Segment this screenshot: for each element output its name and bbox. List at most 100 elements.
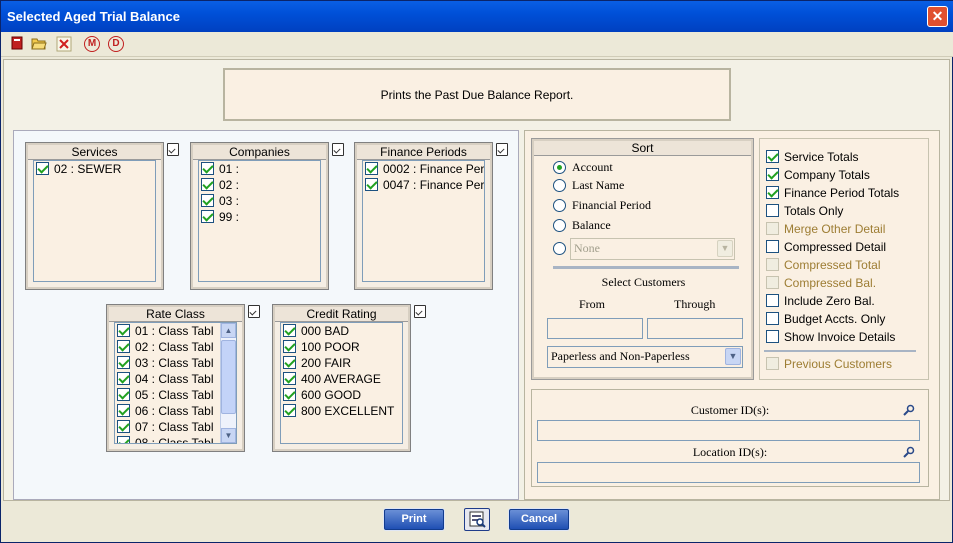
through-customer-input[interactable]: [647, 318, 743, 339]
list-item[interactable]: 06 : Class Tabl: [115, 403, 220, 419]
item-checkbox[interactable]: [117, 404, 130, 417]
option-totals-only[interactable]: Totals Only: [766, 203, 843, 219]
option-budget-accts-only[interactable]: Budget Accts. Only: [766, 311, 885, 327]
location-ids-input[interactable]: [537, 462, 920, 483]
option-service-totals[interactable]: Service Totals: [766, 149, 858, 165]
option-checkbox[interactable]: [766, 294, 779, 307]
location-lookup-icon[interactable]: [903, 446, 915, 458]
option-company-totals[interactable]: Company Totals: [766, 167, 870, 183]
list-item[interactable]: 03 : Class Tabl: [115, 355, 220, 371]
option-checkbox[interactable]: [766, 150, 779, 163]
list-item[interactable]: 02 : SEWER: [34, 161, 155, 177]
item-checkbox[interactable]: [117, 356, 130, 369]
list-item[interactable]: 02 : Class Tabl: [115, 339, 220, 355]
check-all-rate-class-icon[interactable]: [248, 305, 260, 318]
item-checkbox[interactable]: [117, 340, 130, 353]
item-checkbox[interactable]: [365, 178, 378, 191]
item-checkbox[interactable]: [201, 162, 214, 175]
customer-ids-input[interactable]: [537, 420, 920, 441]
book-icon[interactable]: [9, 36, 25, 52]
list-item[interactable]: 03 :: [199, 193, 320, 209]
list-item[interactable]: 0002 : Finance Per: [363, 161, 484, 177]
list-item[interactable]: 07 : Class Tabl: [115, 419, 220, 435]
item-label: 04 : Class Tabl: [135, 372, 214, 386]
sort-balance-radio[interactable]: [553, 219, 566, 232]
close-icon[interactable]: ✕: [927, 6, 948, 27]
item-checkbox[interactable]: [201, 178, 214, 191]
check-all-credit-rating-icon[interactable]: [414, 305, 426, 318]
scroll-down-icon[interactable]: ▼: [221, 428, 236, 443]
sort-last-name-radio[interactable]: [553, 179, 566, 192]
option-checkbox[interactable]: [766, 312, 779, 325]
item-checkbox[interactable]: [283, 404, 296, 417]
item-checkbox[interactable]: [117, 388, 130, 401]
sort-custom-radio[interactable]: [553, 242, 566, 255]
option-label: Finance Period Totals: [784, 186, 900, 200]
item-checkbox[interactable]: [283, 324, 296, 337]
list-item[interactable]: 400 AVERAGE: [281, 371, 402, 387]
list-item[interactable]: 100 POOR: [281, 339, 402, 355]
sort-account-radio[interactable]: [553, 161, 566, 174]
paperless-select-value: Paperless and Non-Paperless: [551, 349, 690, 363]
item-checkbox[interactable]: [117, 420, 130, 433]
item-checkbox[interactable]: [283, 388, 296, 401]
check-all-companies-icon[interactable]: [332, 143, 344, 156]
list-item[interactable]: 99 :: [199, 209, 320, 225]
option-checkbox[interactable]: [766, 168, 779, 181]
chevron-down-icon[interactable]: ▼: [725, 348, 741, 365]
check-all-services-icon[interactable]: [167, 143, 179, 156]
item-checkbox[interactable]: [283, 372, 296, 385]
from-label: From: [579, 297, 606, 311]
option-label: Totals Only: [784, 204, 844, 218]
delete-x-icon[interactable]: [56, 36, 72, 52]
d-circle-icon[interactable]: D: [108, 36, 124, 52]
item-checkbox[interactable]: [201, 210, 214, 223]
item-checkbox[interactable]: [365, 162, 378, 175]
option-checkbox[interactable]: [766, 240, 779, 253]
item-checkbox[interactable]: [283, 356, 296, 369]
list-item[interactable]: 01 : Class Tabl: [115, 323, 220, 339]
option-checkbox[interactable]: [766, 330, 779, 343]
customer-ids-label: Customer ID(s):: [690, 403, 770, 417]
list-item[interactable]: 08 : Class Tabl: [115, 435, 220, 443]
check-all-finance-periods-icon[interactable]: [496, 143, 508, 156]
option-checkbox[interactable]: [766, 186, 779, 199]
sort-financial-period-radio[interactable]: [553, 199, 566, 212]
item-checkbox[interactable]: [201, 194, 214, 207]
sort-account-label: Account: [572, 160, 613, 174]
credit-rating-group: Credit Rating 000 BAD 100 POOR 200 FAIR 400…: [272, 304, 411, 452]
list-item[interactable]: 0047 : Finance Per: [363, 177, 484, 193]
list-item[interactable]: 600 GOOD: [281, 387, 402, 403]
cancel-button[interactable]: Cancel: [509, 509, 569, 530]
paperless-select[interactable]: Paperless and Non-Paperless ▼: [547, 346, 743, 368]
item-label: 200 FAIR: [301, 356, 352, 370]
option-checkbox: [766, 276, 779, 289]
option-show-invoice-details[interactable]: Show Invoice Details: [766, 329, 895, 345]
open-folder-icon[interactable]: [31, 36, 47, 52]
list-item[interactable]: 01 :: [199, 161, 320, 177]
list-item[interactable]: 200 FAIR: [281, 355, 402, 371]
item-checkbox[interactable]: [117, 436, 130, 443]
scroll-up-icon[interactable]: ▲: [221, 323, 236, 338]
list-item[interactable]: 000 BAD: [281, 323, 402, 339]
option-finance-period-totals[interactable]: Finance Period Totals: [766, 185, 899, 201]
option-checkbox[interactable]: [766, 204, 779, 217]
print-button[interactable]: Print: [384, 509, 444, 530]
customer-lookup-icon[interactable]: [903, 404, 915, 416]
list-item[interactable]: 800 EXCELLENT: [281, 403, 402, 419]
scroll-thumb[interactable]: [221, 340, 236, 414]
finance-periods-title: Finance Periods: [357, 145, 490, 160]
list-item[interactable]: 05 : Class Tabl: [115, 387, 220, 403]
item-checkbox[interactable]: [117, 324, 130, 337]
option-include-zero-bal[interactable]: Include Zero Bal.: [766, 293, 875, 309]
from-customer-input[interactable]: [547, 318, 643, 339]
list-item[interactable]: 02 :: [199, 177, 320, 193]
option-compressed-detail[interactable]: Compressed Detail: [766, 239, 886, 255]
rate-class-scrollbar[interactable]: ▲ ▼: [220, 323, 236, 443]
item-checkbox[interactable]: [117, 372, 130, 385]
m-circle-icon[interactable]: M: [84, 36, 100, 52]
item-checkbox[interactable]: [36, 162, 49, 175]
item-checkbox[interactable]: [283, 340, 296, 353]
list-item[interactable]: 04 : Class Tabl: [115, 371, 220, 387]
print-preview-icon[interactable]: [464, 508, 490, 531]
